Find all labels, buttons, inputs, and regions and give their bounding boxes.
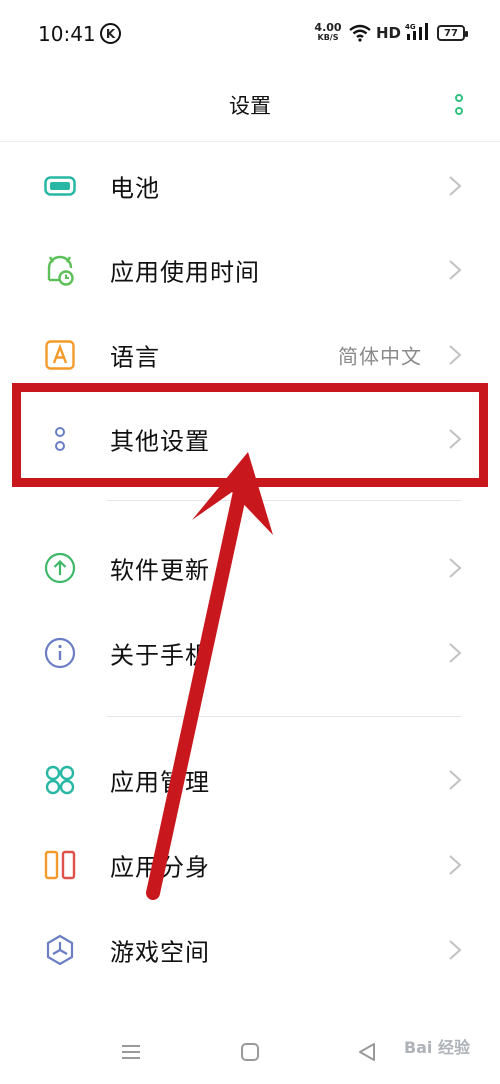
settings-item-label: 电池 [110,174,160,202]
section-divider [106,500,462,501]
hd-indicator: HD [376,24,402,42]
home-icon[interactable] [236,1038,264,1066]
settings-item-label: 应用使用时间 [110,258,260,286]
chevron-right-icon [449,259,462,280]
settings-item-label: 关于手机 [110,641,210,669]
k-app-icon: K [100,23,121,44]
status-bar: 10:41 K 4.00 KB/S HD 4G 77 [0,0,500,68]
section-divider [106,716,462,717]
network-type: 4G [405,23,416,31]
apps-grid-icon [44,764,76,796]
wifi-icon [349,24,371,42]
settings-item-app-usage-time[interactable]: 应用使用时间 [0,227,500,312]
page-header: 设置 [0,68,500,142]
chevron-right-icon [449,344,462,365]
settings-item-label: 语言 [110,343,160,371]
settings-item-battery[interactable]: 电池 [0,143,500,228]
annotation-highlight-box [12,383,488,487]
battery-status: 77 [437,25,468,41]
clock-timer-icon [44,254,76,286]
settings-item-app-clone[interactable]: 应用分身 [0,822,500,907]
chevron-right-icon [449,854,462,875]
chevron-right-icon [449,557,462,578]
cell-signal-icon: 4G [405,23,428,40]
more-options-icon[interactable] [454,94,464,118]
page-title: 设置 [229,94,271,118]
settings-item-game-space[interactable]: 游戏空间 [0,907,500,992]
settings-item-software-update[interactable]: 软件更新 [0,525,500,610]
chevron-right-icon [449,175,462,196]
menu-icon[interactable] [117,1038,145,1066]
language-value: 简体中文 [338,344,422,368]
net-speed: 4.00 KB/S [314,22,342,42]
net-speed-unit: KB/S [317,33,339,42]
settings-item-app-management[interactable]: 应用管理 [0,737,500,822]
settings-item-label: 软件更新 [110,556,210,584]
info-icon [44,637,76,669]
upload-arrow-icon [44,552,76,584]
chevron-right-icon [449,939,462,960]
language-a-icon [44,339,76,371]
game-space-icon [44,934,76,966]
chevron-right-icon [449,642,462,663]
back-icon[interactable] [353,1038,381,1066]
settings-item-label: 应用管理 [110,768,210,796]
battery-icon [44,170,76,202]
status-time: 10:41 [38,22,96,46]
settings-item-label: 应用分身 [110,853,210,881]
settings-item-about-phone[interactable]: 关于手机 [0,610,500,695]
watermark: Bai 经验 [403,1038,470,1057]
chevron-right-icon [449,769,462,790]
app-clone-icon [44,849,76,881]
settings-item-label: 游戏空间 [110,938,210,966]
net-speed-value: 4.00 [314,21,342,34]
